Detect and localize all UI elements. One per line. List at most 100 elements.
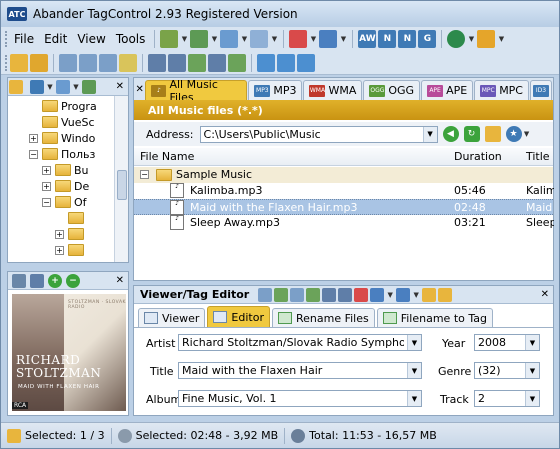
expand-icon[interactable]: +: [29, 133, 38, 143]
expand-icon[interactable]: +: [55, 229, 64, 239]
refresh-icon[interactable]: [82, 79, 96, 94]
folder-refresh-icon[interactable]: [30, 53, 48, 72]
collapse-icon[interactable]: −: [29, 149, 38, 159]
tab-viewer[interactable]: Viewer: [138, 308, 206, 327]
tab-rename-files[interactable]: Rename Files: [271, 308, 375, 327]
album-field[interactable]: Fine Music, Vol. 1 ▼: [178, 390, 422, 407]
tree-item[interactable]: + Bu: [42, 162, 89, 178]
chevron-down-icon[interactable]: ▼: [525, 391, 539, 406]
title-field[interactable]: Maid with the Flaxen Hair ▼: [178, 362, 422, 379]
tree-item[interactable]: +: [55, 226, 87, 242]
chevron-down-icon[interactable]: ▼: [497, 30, 505, 48]
tab-wma[interactable]: WMA WMA: [303, 80, 363, 100]
chevron-down-icon[interactable]: ▼: [525, 335, 539, 350]
table-row[interactable]: ♪ Maid with the Flaxen Hair.mp3 02:48 Ma…: [134, 199, 554, 215]
help-icon[interactable]: [277, 53, 295, 72]
remove-icon[interactable]: −: [66, 273, 80, 288]
tab-editor[interactable]: Editor: [207, 306, 270, 327]
save-icon[interactable]: [30, 273, 44, 288]
layout-icon[interactable]: [250, 30, 269, 48]
tree-item[interactable]: − Польз: [29, 146, 95, 162]
column-file-name[interactable]: File Name: [140, 150, 194, 163]
column-title[interactable]: Title: [526, 150, 550, 163]
chevron-down-icon[interactable]: ▼: [525, 363, 539, 378]
chevron-down-icon[interactable]: ▼: [467, 30, 475, 48]
close-icon[interactable]: ✕: [116, 275, 124, 286]
convert-tag-icon[interactable]: [319, 30, 338, 48]
refresh-icon[interactable]: ↻: [463, 126, 480, 142]
chevron-down-icon[interactable]: ▼: [270, 30, 278, 48]
doc-icon[interactable]: [208, 53, 226, 72]
chevron-down-icon[interactable]: ▼: [407, 363, 421, 378]
tree-item[interactable]: Progra: [42, 98, 97, 114]
back-arrow-icon[interactable]: ◀: [442, 126, 459, 142]
chevron-down-icon[interactable]: ▼: [46, 78, 54, 96]
tag-paste-icon[interactable]: [306, 287, 321, 302]
close-icon[interactable]: ✕: [134, 84, 145, 95]
track-field[interactable]: 2 ▼: [474, 390, 540, 407]
tag-view-icon[interactable]: [190, 30, 209, 48]
tab-all-music-files[interactable]: ♪ All Music Files: [145, 78, 248, 104]
web-globe-icon[interactable]: [447, 30, 466, 48]
collapse-icon[interactable]: −: [42, 197, 51, 207]
table-row[interactable]: ♪ Sleep Away.mp3 03:21 Sleep: [134, 215, 554, 231]
chevron-down-icon[interactable]: ▼: [339, 30, 347, 48]
menu-tools[interactable]: Tools: [111, 32, 151, 46]
column-duration[interactable]: Duration: [454, 150, 502, 163]
tree-item[interactable]: +: [55, 242, 87, 258]
web-search-icon[interactable]: [438, 287, 453, 302]
artist-field[interactable]: Richard Stoltzman/Slovak Radio Symphony …: [178, 334, 422, 351]
format-aw-button[interactable]: AW: [358, 30, 377, 48]
folder-icon[interactable]: [9, 79, 23, 94]
scrollbar-thumb[interactable]: [117, 170, 127, 200]
remove-tag-icon[interactable]: [354, 287, 369, 302]
format-n-button[interactable]: N: [378, 30, 397, 48]
group-row[interactable]: − Sample Music: [134, 167, 553, 183]
expand-icon[interactable]: +: [42, 165, 51, 175]
grid-icon[interactable]: [290, 287, 305, 302]
save-icon[interactable]: [322, 287, 337, 302]
settings-icon[interactable]: [297, 53, 315, 72]
genre-field[interactable]: (32) ▼: [474, 362, 540, 379]
chevron-down-icon[interactable]: ▼: [412, 286, 420, 304]
convert-tag-icon[interactable]: [370, 287, 385, 302]
image-icon[interactable]: [258, 287, 273, 302]
chevron-down-icon[interactable]: ▼: [210, 30, 218, 48]
undo-icon[interactable]: [168, 53, 186, 72]
chevron-down-icon[interactable]: ▼: [523, 125, 531, 143]
expand-icon[interactable]: +: [55, 245, 64, 255]
year-field[interactable]: 2008 ▼: [474, 334, 540, 351]
chevron-down-icon[interactable]: ▼: [309, 30, 317, 48]
image-icon[interactable]: [12, 273, 26, 288]
tree-scrollbar[interactable]: [114, 96, 128, 262]
close-icon[interactable]: ✕: [541, 289, 549, 300]
folder-icon[interactable]: [484, 126, 501, 142]
menu-view[interactable]: View: [72, 32, 110, 46]
remove-tag-icon[interactable]: [289, 30, 308, 48]
open-folder-icon[interactable]: [10, 53, 28, 72]
chevron-down-icon[interactable]: ▼: [180, 30, 188, 48]
playlist-icon[interactable]: [59, 53, 77, 72]
grid-icon[interactable]: [220, 30, 239, 48]
save-icon[interactable]: [148, 53, 166, 72]
chevron-down-icon[interactable]: ▼: [72, 78, 80, 96]
format-n2-button[interactable]: N: [398, 30, 417, 48]
chevron-down-icon[interactable]: ▼: [407, 391, 421, 406]
tag-list-icon[interactable]: [79, 53, 97, 72]
tab-more[interactable]: ID3: [530, 80, 552, 100]
address-input[interactable]: C:\Users\Public\Music ▼: [199, 125, 438, 143]
expand-icon[interactable]: +: [42, 181, 51, 191]
tree-item[interactable]: − Of: [42, 194, 87, 210]
chevron-down-icon[interactable]: ▼: [386, 286, 394, 304]
info-icon[interactable]: [257, 53, 275, 72]
toolbar-grip[interactable]: [5, 54, 9, 71]
tag-copy-icon[interactable]: [274, 287, 289, 302]
collapse-icon[interactable]: −: [140, 170, 149, 179]
tab-ogg[interactable]: OGG OGG: [363, 80, 421, 100]
case-icon[interactable]: [188, 53, 206, 72]
columns-icon[interactable]: [160, 30, 179, 48]
menu-edit[interactable]: Edit: [39, 32, 72, 46]
lookup-icon[interactable]: [422, 287, 437, 302]
tree-item[interactable]: + De: [42, 178, 89, 194]
chevron-down-icon[interactable]: ▼: [240, 30, 248, 48]
